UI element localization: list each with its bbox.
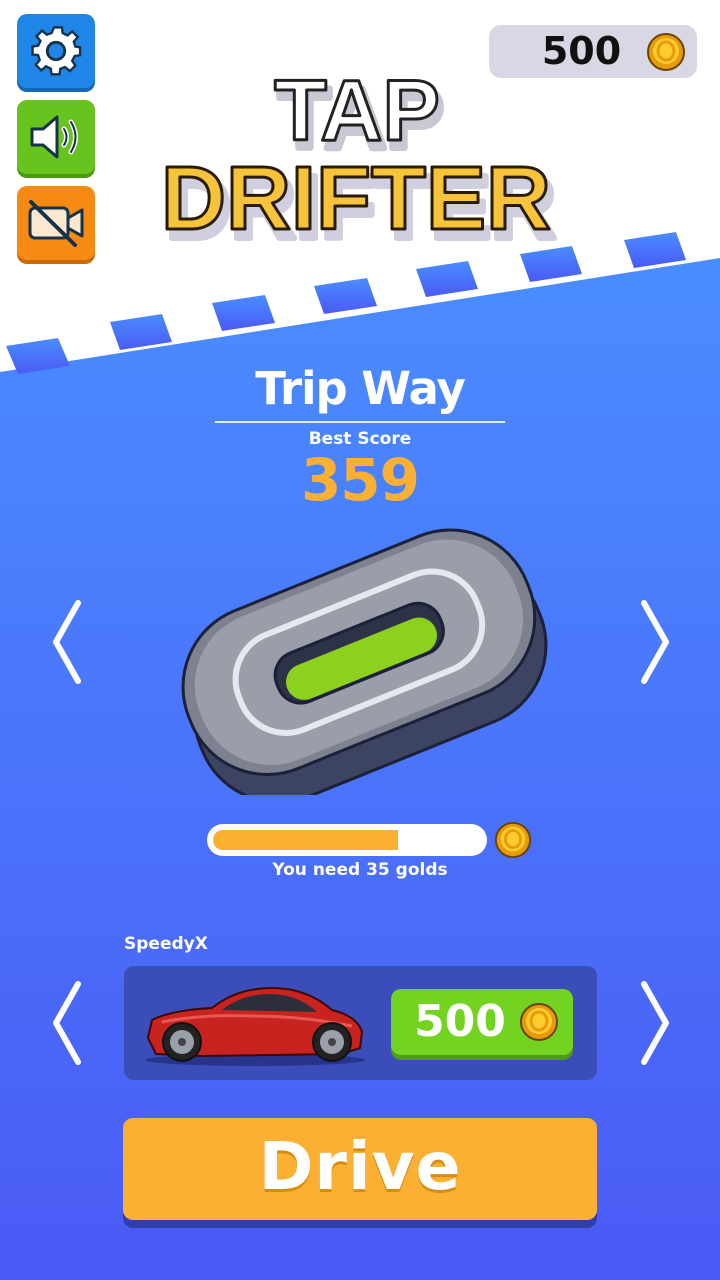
game-logo: TAP TAP DRIFTER DRIFTER bbox=[160, 68, 559, 258]
car-next-arrow[interactable] bbox=[634, 978, 674, 1068]
track-divider bbox=[215, 421, 505, 423]
coin-count: 500 bbox=[541, 29, 622, 73]
buy-car-button[interactable]: 500 bbox=[391, 989, 573, 1055]
video-off-icon bbox=[28, 200, 84, 247]
logo-tap: TAP bbox=[274, 68, 440, 159]
car-image bbox=[145, 986, 365, 1066]
track-preview[interactable] bbox=[160, 515, 560, 795]
logo-drifter: DRIFTER bbox=[161, 149, 551, 249]
video-button[interactable] bbox=[17, 186, 95, 260]
sound-button[interactable] bbox=[17, 100, 95, 174]
drive-label: Drive bbox=[258, 1128, 462, 1205]
gold-needed-text: You need 35 golds bbox=[272, 860, 448, 880]
car-name: SpeedyX bbox=[124, 934, 208, 954]
settings-button[interactable] bbox=[17, 14, 95, 88]
car-selector-panel: 500 bbox=[124, 966, 597, 1080]
unlock-progress-bar bbox=[207, 824, 487, 856]
car-price: 500 bbox=[414, 996, 506, 1047]
car-prev-arrow[interactable] bbox=[48, 978, 88, 1068]
track-next-arrow[interactable] bbox=[634, 597, 674, 687]
coin-icon bbox=[647, 33, 685, 71]
coin-icon bbox=[494, 821, 532, 859]
drive-button[interactable]: Drive bbox=[123, 1118, 597, 1220]
best-score-value: 359 bbox=[300, 446, 420, 514]
unlock-progress-fill bbox=[213, 830, 398, 850]
track-prev-arrow[interactable] bbox=[48, 597, 88, 687]
track-name: Trip Way bbox=[255, 362, 466, 415]
gear-icon bbox=[31, 26, 82, 76]
coin-icon bbox=[520, 1003, 558, 1041]
speaker-icon bbox=[30, 115, 78, 159]
